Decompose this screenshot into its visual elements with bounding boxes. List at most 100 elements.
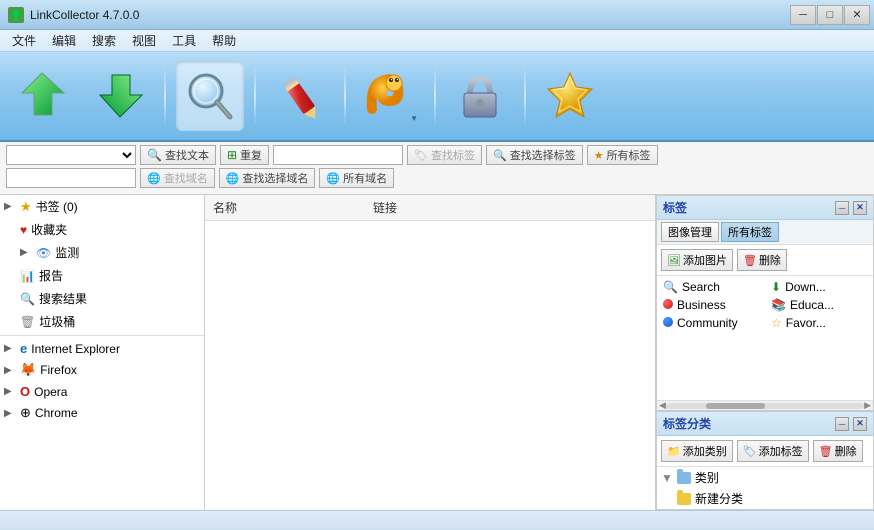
tree-item-firefox[interactable]: ▶ 🦊 Firefox — [0, 359, 204, 381]
tree-item-search-results[interactable]: 🔍 搜索结果 — [0, 287, 204, 310]
search-row-2: 🌐 查找域名 🌐 查找选择域名 🌐 所有域名 — [6, 168, 868, 188]
maximize-button[interactable]: □ — [817, 5, 843, 25]
filter-image-mgmt[interactable]: 图像管理 — [661, 222, 719, 242]
col-link-header: 链接 — [373, 199, 647, 216]
menu-view[interactable]: 视图 — [124, 30, 164, 51]
pencil-icon — [270, 65, 330, 127]
delete-category-button[interactable]: 🗑 删除 — [813, 440, 863, 462]
star-button[interactable] — [536, 61, 604, 131]
back-button[interactable] — [10, 61, 78, 131]
tag-community-label: Community — [677, 316, 738, 330]
menu-help[interactable]: 帮助 — [204, 30, 244, 51]
duplicate-button[interactable]: ⊞ 重复 — [220, 145, 269, 165]
search-row-1: 🔍 查找文本 ⊞ 重复 🏷 查找标签 🔍 查找选择标签 ★ 所有标签 — [6, 145, 868, 165]
edit-button[interactable] — [266, 61, 334, 131]
tag-item-search[interactable]: 🔍 Search — [657, 278, 765, 296]
find-selected-tag-button[interactable]: 🔍 查找选择标签 — [486, 145, 583, 165]
categories-minimize-btn[interactable]: ─ — [835, 417, 849, 431]
worm-button[interactable]: ▼ — [356, 61, 424, 131]
scroll-left-btn[interactable]: ◀ — [659, 400, 666, 411]
star-icon-bookmarks: ★ — [20, 199, 32, 215]
scrollbar-thumb[interactable] — [706, 403, 765, 409]
tag-item-education[interactable]: 📚 Educa... — [765, 296, 873, 314]
add-category-button[interactable]: 📁 添加类别 — [661, 440, 733, 462]
add-category-label: 添加类别 — [683, 443, 727, 459]
tree-item-opera[interactable]: ▶ O Opera — [0, 381, 204, 402]
minimize-button[interactable]: ─ — [790, 5, 816, 25]
tags-list: 🔍 Search ⬇ Down... Business 📚 — [657, 276, 873, 400]
domain-search-input[interactable] — [6, 168, 136, 188]
tree-item-bookmarks[interactable]: ▶ ★ 书签 (0) — [0, 195, 204, 218]
lock-button[interactable] — [446, 61, 514, 131]
tag-search-icon: 🔍 — [663, 280, 678, 294]
delete-cat-label: 删除 — [835, 443, 857, 459]
find-domain-button[interactable]: 🌐 查找域名 — [140, 168, 215, 188]
tags-close-btn[interactable]: ✕ — [853, 201, 867, 215]
toolbar-divider-4 — [434, 66, 436, 126]
search-area: 🔍 查找文本 ⊞ 重复 🏷 查找标签 🔍 查找选择标签 ★ 所有标签 🌐 查找域… — [0, 142, 874, 195]
add-image-button[interactable]: 🖼 添加图片 — [661, 249, 733, 271]
close-button[interactable]: ✕ — [844, 5, 870, 25]
tag-business-icon — [663, 298, 673, 312]
back-arrow-icon — [14, 65, 74, 127]
tag-education-label: Educa... — [790, 298, 834, 312]
categories-toolbar: 📁 添加类别 🏷 添加标签 🗑 删除 — [657, 436, 873, 467]
center-content[interactable] — [205, 221, 655, 510]
forward-button[interactable] — [86, 61, 154, 131]
tag-item-download[interactable]: ⬇ Down... — [765, 278, 873, 296]
duplicate-icon: ⊞ — [227, 148, 237, 162]
ie-icon: e — [20, 341, 27, 356]
new-category-label: 新建分类 — [695, 490, 743, 507]
delete-label: 删除 — [759, 252, 781, 268]
scroll-right-btn[interactable]: ▶ — [864, 400, 871, 411]
tag-search-label: Search — [682, 280, 720, 294]
add-tag-label: 添加标签 — [759, 443, 803, 459]
tag-item-business[interactable]: Business — [657, 296, 765, 314]
expand-chrome: ▶ — [4, 408, 16, 419]
search-results-icon: 🔍 — [20, 292, 35, 306]
all-tags-button[interactable]: ★ 所有标签 — [587, 145, 658, 165]
tag-search-input[interactable] — [273, 145, 403, 165]
tree-item-favorites[interactable]: ♥ 收藏夹 — [0, 218, 204, 241]
categories-section-controls: ─ ✕ — [835, 417, 867, 431]
menu-file[interactable]: 文件 — [4, 30, 44, 51]
category-folder-icon — [677, 472, 691, 484]
menu-tools[interactable]: 工具 — [164, 30, 204, 51]
search-icon — [180, 65, 240, 127]
tree-item-ie[interactable]: ▶ e Internet Explorer — [0, 338, 204, 359]
delete-tag-image-button[interactable]: 🗑 删除 — [737, 249, 787, 271]
cat-tree-item-root[interactable]: ▼ 类别 — [657, 467, 873, 488]
all-domains-button[interactable]: 🌐 所有域名 — [319, 168, 394, 188]
find-tag-button[interactable]: 🏷 查找标签 — [407, 145, 482, 165]
search-button[interactable] — [176, 61, 244, 131]
filter-all-tags[interactable]: 所有标签 — [721, 222, 779, 242]
tree-item-chrome[interactable]: ▶ ⊕ Chrome — [0, 402, 204, 424]
tree-item-reports[interactable]: 📊 报告 — [0, 264, 204, 287]
tags-minimize-btn[interactable]: ─ — [835, 201, 849, 215]
scrollbar-track[interactable] — [666, 403, 864, 409]
tree-item-trash[interactable]: 🗑 垃圾桶 — [0, 310, 204, 333]
tags-section: 标签 ─ ✕ 图像管理 所有标签 🖼 添加图片 🗑 删除 — [656, 195, 874, 411]
tree-item-monitor[interactable]: ▶ 👁 监测 — [0, 241, 204, 264]
center-panel: 名称 链接 — [205, 195, 656, 510]
tag-item-favorite[interactable]: ☆ Favor... — [765, 314, 873, 332]
find-selected-domain-button[interactable]: 🌐 查找选择域名 — [219, 168, 316, 188]
cat-tree-item-new[interactable]: 新建分类 — [657, 488, 873, 509]
add-tag-button[interactable]: 🏷 添加标签 — [737, 440, 809, 462]
expand-categories: ▼ — [661, 471, 673, 485]
reports-label: 报告 — [39, 267, 63, 284]
categories-close-btn[interactable]: ✕ — [853, 417, 867, 431]
search-dropdown[interactable] — [6, 145, 136, 165]
tag-item-community[interactable]: Community — [657, 314, 765, 332]
toolbar-divider-3 — [344, 66, 346, 126]
app-title: LinkCollector 4.7.0.0 — [30, 8, 139, 22]
window-controls: ─ □ ✕ — [790, 5, 870, 25]
expand-monitor: ▶ — [20, 247, 32, 258]
forward-arrow-icon — [90, 65, 150, 127]
categories-section: 标签分类 ─ ✕ 📁 添加类别 🏷 添加标签 🗑 删除 — [656, 411, 874, 510]
find-text-button[interactable]: 🔍 查找文本 — [140, 145, 216, 165]
menu-edit[interactable]: 编辑 — [44, 30, 84, 51]
tags-toolbar: 🖼 添加图片 🗑 删除 — [657, 245, 873, 276]
tags-scrollbar[interactable]: ◀ ▶ — [657, 400, 873, 410]
menu-search[interactable]: 搜索 — [84, 30, 124, 51]
